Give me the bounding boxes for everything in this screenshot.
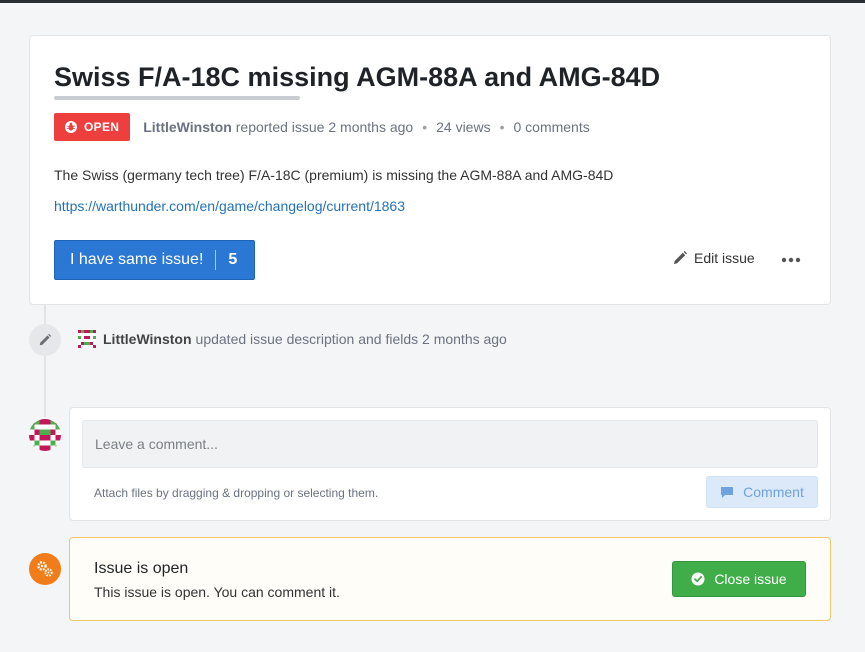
issue-status-panel: Issue is open This issue is open. You ca… [69, 537, 831, 621]
comment-input[interactable] [82, 420, 818, 468]
author-link[interactable]: LittleWinston [143, 119, 232, 135]
close-issue-button[interactable]: Close issue [672, 561, 806, 597]
check-circle-icon [691, 572, 705, 586]
avatar [78, 330, 96, 348]
issue-meta: OPEN LittleWinston reported issue 2 mont… [54, 113, 590, 141]
pencil-icon [672, 250, 688, 266]
timeline-line [44, 305, 46, 417]
comments-count: 0 comments [513, 119, 590, 135]
gears-icon [29, 553, 61, 585]
same-issue-count: 5 [228, 251, 238, 268]
timeline-event-text: updated issue description and fields 2 m… [195, 331, 507, 347]
comment-button[interactable]: Comment [706, 476, 818, 508]
issue-title: Swiss F/A-18C missing AGM-88A and AMG-84… [54, 62, 661, 92]
status-title: Issue is open [94, 560, 189, 577]
meta-separator: • [499, 119, 505, 135]
timeline-user-link[interactable]: LittleWinston [103, 331, 192, 347]
top-bar [0, 0, 865, 3]
issue-card: Swiss F/A-18C missing AGM-88A and AMG-84… [29, 35, 831, 305]
attach-files-hint[interactable]: Attach files by dragging & dropping or s… [94, 486, 378, 500]
issue-description: The Swiss (germany tech tree) F/A-18C (p… [54, 167, 614, 183]
views-count: 24 views [436, 119, 491, 135]
reported-text: reported issue 2 months ago [235, 119, 414, 135]
comment-button-label: Comment [743, 484, 804, 500]
edit-issue-button[interactable]: Edit issue [672, 250, 755, 266]
comment-box: Attach files by dragging & dropping or s… [69, 407, 831, 521]
avatar [29, 419, 61, 451]
button-divider [215, 250, 217, 270]
bug-icon [64, 120, 78, 134]
meta-separator: • [422, 119, 428, 135]
status-text: This issue is open. You can comment it. [94, 584, 340, 600]
timeline-event: LittleWinston updated issue description … [78, 330, 507, 348]
comment-icon [720, 485, 734, 499]
changelog-link[interactable]: https://warthunder.com/en/game/changelog… [54, 198, 405, 214]
timeline-pencil-icon [29, 324, 61, 356]
status-badge-label: OPEN [84, 120, 120, 134]
more-dots-icon[interactable] [778, 249, 804, 271]
close-issue-label: Close issue [714, 571, 787, 587]
same-issue-button[interactable]: I have same issue! 5 [54, 240, 255, 280]
same-issue-label: I have same issue! [70, 251, 204, 268]
edit-issue-label: Edit issue [694, 250, 755, 266]
status-badge: OPEN [54, 113, 131, 141]
title-underline [54, 96, 300, 100]
